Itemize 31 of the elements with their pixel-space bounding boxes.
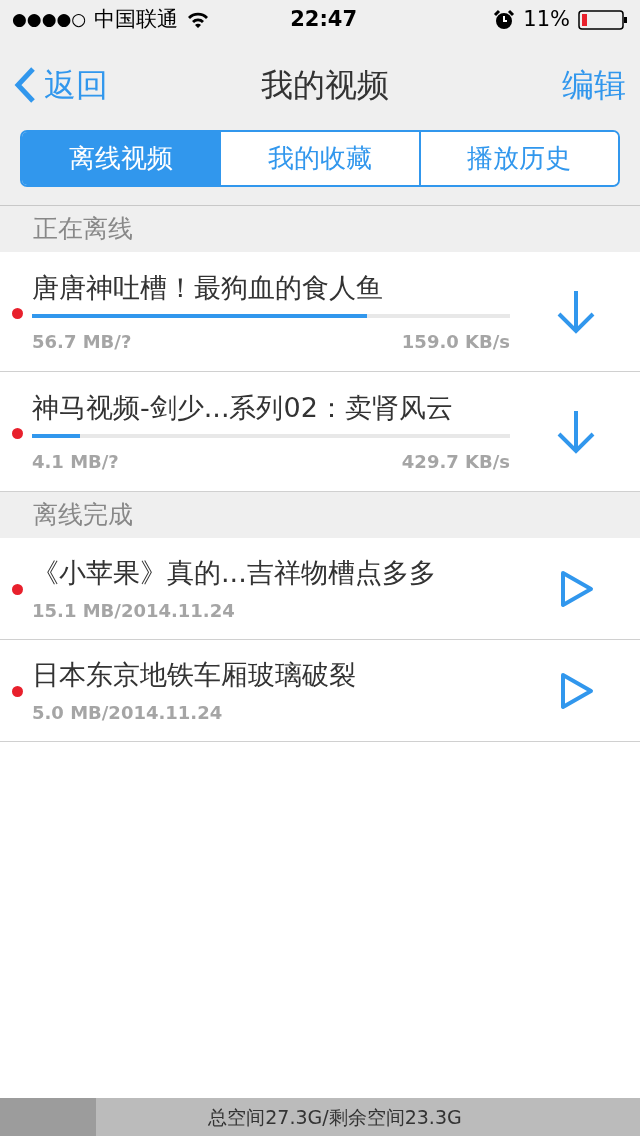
section-header: 正在离线 (0, 206, 640, 252)
chevron-left-icon (14, 66, 36, 104)
file-info: 5.0 MB/2014.11.24 (32, 701, 224, 726)
video-title[interactable]: 唐唐神吐槽！最狗血的食人鱼 (32, 267, 510, 309)
page-title: 我的视频 (261, 65, 389, 106)
video-title[interactable]: 日本东京地铁车厢玻璃破裂 (32, 654, 492, 696)
download-icon[interactable] (556, 288, 596, 335)
download-icon[interactable] (556, 408, 596, 455)
segment-tab[interactable]: 播放历史 (418, 132, 618, 185)
downloaded-size: 4.1 MB/? (32, 450, 119, 475)
alarm-clock-icon (493, 9, 516, 31)
file-info: 15.1 MB/2014.11.24 (32, 599, 236, 624)
edit-button[interactable]: 编辑 (562, 61, 626, 109)
segment-tab[interactable]: 我的收藏 (219, 132, 419, 185)
signal-strength: ●●●●○ (12, 8, 87, 32)
wifi-icon (186, 11, 211, 29)
segment-tab[interactable]: 离线视频 (22, 132, 220, 185)
battery-icon (578, 10, 628, 30)
battery-percentage: 11% (523, 6, 570, 34)
video-title[interactable]: 《小苹果》真的...吉祥物槽点多多 (32, 552, 492, 594)
video-title[interactable]: 神马视频-剑少...系列02：卖肾风云 (32, 387, 510, 429)
downloaded-size: 56.7 MB/? (32, 330, 132, 355)
section-header: 离线完成 (0, 492, 640, 538)
carrier-name: 中国联通 (94, 6, 179, 34)
clock-time: 22:47 (290, 6, 358, 34)
back-button[interactable]: 返回 (14, 61, 108, 109)
storage-info: 总空间27.3G/剩余空间23.3G (207, 1105, 463, 1130)
download-speed: 159.0 KB/s (401, 330, 510, 355)
play-icon[interactable] (560, 569, 594, 608)
play-icon[interactable] (560, 671, 594, 710)
download-speed: 429.7 KB/s (401, 450, 510, 475)
